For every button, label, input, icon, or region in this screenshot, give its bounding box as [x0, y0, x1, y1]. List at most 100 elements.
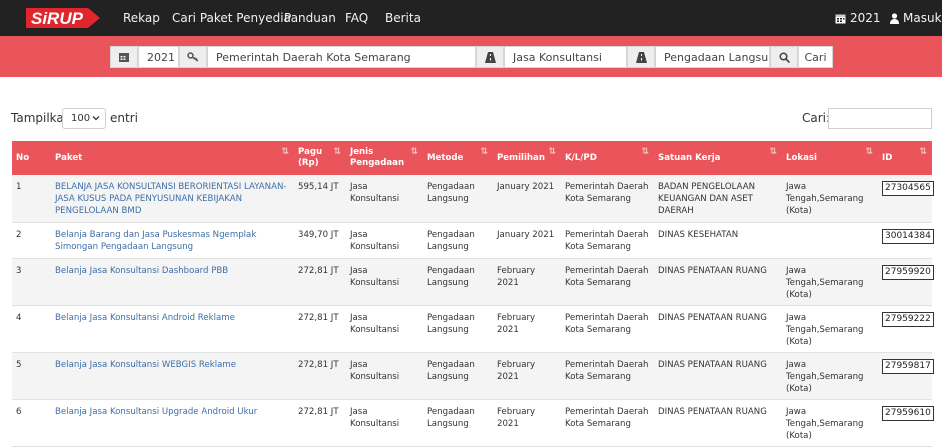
cell-lokasi: Jawa Tengah,Semarang (Kota) [786, 265, 864, 300]
sort-icon: ⇅ [769, 147, 777, 157]
cell-klpd: Pemerintah Daerah Kota Semarang [565, 229, 649, 252]
cell-jenis: Jasa Konsultansi [350, 265, 400, 288]
cell-klpd: Pemerintah Daerah Kota Semarang [565, 312, 649, 335]
sort-icon: ⇅ [480, 147, 488, 157]
cell-jenis: Jasa Konsultansi [350, 406, 400, 429]
id-badge[interactable]: 27959817 [882, 358, 934, 374]
year-label: 2021 [850, 11, 881, 25]
sort-icon: ⇅ [865, 147, 873, 157]
cell-klpd: Pemerintah Daerah Kota Semarang [565, 265, 649, 288]
sort-icon: ⇅ [919, 147, 927, 157]
header-id[interactable]: ID ⇅ [878, 141, 932, 175]
paket-table: No Paket ⇅ Pagu (Rp) ⇅ Jenis Pengadaan ⇅ Me… [12, 141, 934, 447]
paket-link[interactable]: Belanja Jasa Konsultansi Dashboard PBB [51, 258, 294, 305]
cell-no: 1 [16, 182, 22, 192]
filter-bar: 2021 Pemerintah Daerah Kota Semarang Jas… [0, 36, 942, 77]
metode-select[interactable]: Pengadaan Langsung [655, 46, 770, 68]
cell-id: 27959610 [878, 399, 934, 446]
cell-satker: DINAS KESEHATAN [658, 229, 739, 240]
table-search-label: Cari: [802, 111, 831, 125]
entries-select[interactable]: 100 [62, 108, 106, 129]
cell-pemilihan: February 2021 [497, 406, 536, 429]
year-filter-select[interactable]: 2021 [138, 46, 179, 68]
table-row: 5 Belanja Jasa Konsultansi WEBGIS Reklam… [12, 352, 934, 399]
cell-id: 27959222 [878, 305, 934, 352]
cell-satker: DINAS PENATAAN RUANG [658, 406, 767, 417]
paket-link[interactable]: Belanja Jasa Konsultansi WEBGIS Reklame [51, 352, 294, 399]
nav-panduan[interactable]: Panduan [284, 11, 336, 25]
paket-link[interactable]: Belanja Barang dan Jasa Puskesmas Ngempl… [51, 222, 294, 258]
id-badge[interactable]: 27304565 [882, 181, 934, 196]
paket-link[interactable]: BELANJA JASA KONSULTANSI BERORIENTASI LA… [51, 175, 294, 222]
nav-faq[interactable]: FAQ [345, 11, 368, 25]
cell-pemilihan: January 2021 [497, 229, 555, 240]
id-badge[interactable]: 27959222 [882, 311, 934, 327]
cell-klpd: Pemerintah Daerah Kota Semarang [565, 182, 649, 204]
header-pagu[interactable]: Pagu (Rp) ⇅ [294, 141, 346, 175]
header-jenis-pengadaan[interactable]: Jenis Pengadaan ⇅ [346, 141, 423, 175]
header-no[interactable]: No [12, 141, 51, 175]
kldi-filter-select[interactable]: Pemerintah Daerah Kota Semarang [207, 46, 476, 68]
search-icon[interactable] [770, 46, 798, 68]
header-metode[interactable]: Metode ⇅ [423, 141, 493, 175]
calendar-icon [119, 53, 129, 62]
sort-icon: ⇅ [641, 147, 649, 157]
table-row: 6 Belanja Jasa Konsultansi Upgrade Andro… [12, 399, 934, 446]
nav-rekap[interactable]: Rekap [123, 11, 160, 25]
paket-link[interactable]: Belanja Jasa Konsultansi Upgrade Android… [51, 399, 294, 446]
header-paket[interactable]: Paket ⇅ [51, 141, 294, 175]
cell-jenis: Jasa Konsultansi [350, 182, 400, 204]
cari-button[interactable]: Cari [798, 46, 833, 68]
login-label: Masuk [903, 11, 942, 25]
cell-pagu: 272,81 JT [298, 265, 339, 276]
table-row: 1 BELANJA JASA KONSULTANSI BERORIENTASI … [12, 175, 934, 222]
chevron-down-icon [92, 116, 100, 121]
id-badge[interactable]: 30014384 [882, 228, 934, 244]
header-klpd[interactable]: K/L/PD ⇅ [561, 141, 654, 175]
sort-icon: ⇅ [548, 147, 556, 157]
cell-id: 27959920 [878, 258, 934, 305]
cell-pemilihan: February 2021 [497, 265, 536, 288]
cell-id: 30014384 [878, 222, 934, 258]
svg-text:SiRUP: SiRUP [31, 9, 84, 28]
cell-id: 27959817 [878, 352, 934, 399]
header-pemilihan[interactable]: Pemilihan ⇅ [493, 141, 561, 175]
cell-metode: Pengadaan Langsung [427, 265, 475, 288]
nav-cari-paket-penyedia[interactable]: Cari Paket Penyedia [172, 11, 291, 25]
cell-klpd: Pemerintah Daerah Kota Semarang [565, 406, 649, 429]
entries-value: 100 [71, 113, 91, 124]
cell-satker: BADAN PENGELOLAAN KEUANGAN DAN ASET DAER… [658, 182, 756, 216]
table-search-input[interactable] [828, 108, 932, 129]
sirup-logo[interactable]: SiRUP [26, 6, 102, 30]
jenis-pengadaan-select[interactable]: Jasa Konsultansi [504, 46, 627, 68]
cell-lokasi [782, 222, 878, 258]
cell-no: 3 [16, 265, 22, 276]
road-icon [627, 46, 655, 68]
cell-metode: Pengadaan Langsung [427, 406, 475, 429]
cell-pagu: 272,81 JT [298, 406, 339, 417]
cell-metode: Pengadaan Langsung [427, 229, 475, 252]
header-lokasi[interactable]: Lokasi ⇅ [782, 141, 878, 175]
paket-link[interactable]: Belanja Jasa Konsultansi Android Reklame [51, 305, 294, 352]
table-row: 2 Belanja Barang dan Jasa Puskesmas Ngem… [12, 222, 934, 258]
cell-pagu: 595,14 JT [298, 182, 339, 192]
key-icon [179, 46, 207, 68]
cell-no: 4 [16, 312, 22, 323]
calendar-icon [835, 14, 846, 23]
cell-satker: DINAS PENATAAN RUANG [658, 265, 767, 276]
nav-berita[interactable]: Berita [385, 11, 421, 25]
sort-icon: ⇅ [333, 147, 341, 157]
cell-metode: Pengadaan Langsung [427, 312, 475, 335]
cell-no: 6 [16, 406, 22, 417]
year-selector[interactable]: 2021 [835, 11, 881, 25]
id-badge[interactable]: 27959920 [882, 264, 934, 280]
cell-lokasi: Jawa Tengah,Semarang (Kota) [786, 182, 864, 216]
cell-no: 2 [16, 229, 22, 240]
table-header-row: No Paket ⇅ Pagu (Rp) ⇅ Jenis Pengadaan ⇅ Me… [12, 141, 932, 175]
id-badge[interactable]: 27959610 [882, 405, 934, 421]
cell-lokasi: Jawa Tengah,Semarang (Kota) [786, 359, 864, 394]
top-navbar: SiRUP Rekap Cari Paket Penyedia Panduan … [0, 0, 942, 36]
login-link[interactable]: Masuk [890, 11, 942, 25]
header-satuan-kerja[interactable]: Satuan Kerja ⇅ [654, 141, 782, 175]
cell-pemilihan: February 2021 [497, 312, 536, 335]
